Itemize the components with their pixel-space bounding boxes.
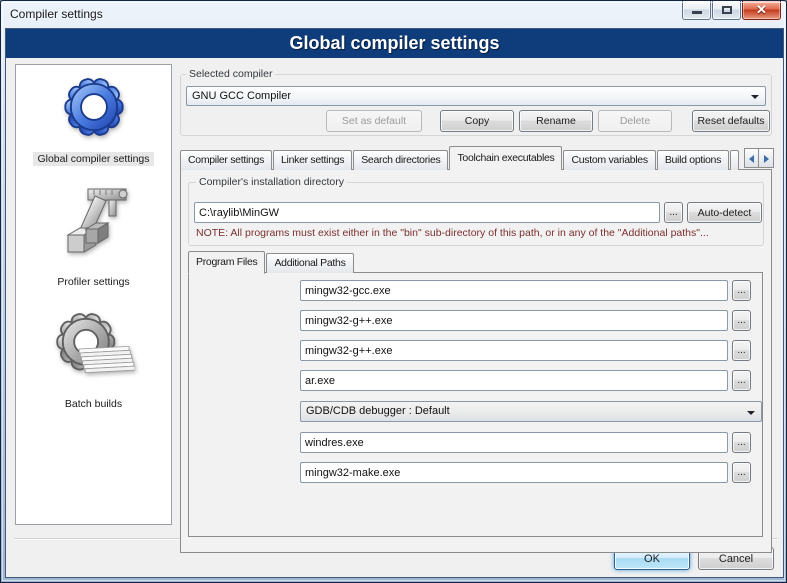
sidebar-item-global-compiler-settings[interactable]: Global compiler settings: [16, 70, 171, 167]
c-compiler-browse-button[interactable]: ...: [732, 280, 751, 301]
make-program-browse-button[interactable]: ...: [732, 462, 751, 483]
dynamic-linker-input[interactable]: [300, 340, 728, 361]
tab-build-options[interactable]: Build options: [657, 150, 729, 170]
sidebar-item-batch-builds[interactable]: Batch builds: [16, 305, 171, 412]
sidebar-label-batch-builds: Batch builds: [61, 397, 126, 411]
close-icon: ✕: [743, 2, 780, 18]
installation-directory-input[interactable]: [194, 202, 660, 223]
make-program-input[interactable]: [300, 462, 728, 483]
debugger-select[interactable]: GDB/CDB debugger : Default: [300, 401, 762, 422]
tab-compiler-settings[interactable]: Compiler settings: [180, 150, 272, 170]
minimize-icon: [692, 11, 702, 14]
installation-directory-browse-button[interactable]: ...: [664, 202, 683, 223]
dynamic-linker-browse-button[interactable]: ...: [732, 340, 751, 361]
resource-compiler-input[interactable]: [300, 432, 728, 453]
cpp-compiler-input[interactable]: [300, 310, 728, 331]
c-compiler-input[interactable]: [300, 280, 728, 301]
copy-button[interactable]: Copy: [440, 110, 514, 132]
titlebar[interactable]: Compiler settings ✕: [1, 1, 786, 28]
tab-scroll-buttons: [744, 148, 774, 168]
caliper-icon: [54, 183, 134, 267]
page-title: Global compiler settings: [6, 29, 783, 58]
tab-program-files[interactable]: Program Files: [188, 251, 265, 274]
rename-button[interactable]: Rename: [519, 110, 593, 132]
compiler-select[interactable]: GNU GCC Compiler: [186, 86, 766, 106]
cpp-compiler-browse-button[interactable]: ...: [732, 310, 751, 331]
sidebar-item-profiler-settings[interactable]: Profiler settings: [16, 183, 171, 290]
reset-defaults-button[interactable]: Reset defaults: [692, 110, 770, 132]
gear-icon: [57, 70, 131, 144]
auto-detect-button[interactable]: Auto-detect: [687, 202, 762, 223]
window-title: Compiler settings: [10, 7, 103, 21]
header-band: Global compiler settings: [6, 29, 783, 58]
tab-scroll-right-button[interactable]: [759, 148, 774, 168]
batch-builds-icon: [53, 305, 135, 389]
static-linker-input[interactable]: [300, 370, 728, 391]
maximize-button[interactable]: [712, 1, 741, 20]
tab-toolchain-executables[interactable]: Toolchain executables: [449, 146, 562, 170]
settings-tab-strip: Compiler settings Linker settings Search…: [180, 144, 772, 170]
dialog-body: Global compiler settings: [5, 28, 784, 578]
set-as-default-button: Set as default: [326, 110, 422, 132]
tab-overflow-partial: [730, 150, 739, 170]
settings-category-sidebar: Global compiler settings: [15, 64, 172, 525]
compiler-settings-window: Compiler settings ✕ Global compiler sett…: [0, 0, 787, 583]
installation-note: NOTE: All programs must exist either in …: [196, 227, 709, 239]
close-button[interactable]: ✕: [742, 1, 781, 20]
arrow-left-icon: [749, 155, 754, 163]
selected-compiler-group-label: Selected compiler: [186, 68, 275, 80]
static-linker-browse-button[interactable]: ...: [732, 370, 751, 391]
minimize-button[interactable]: [682, 1, 711, 20]
delete-button: Delete: [598, 110, 672, 132]
maximize-icon: [722, 6, 732, 14]
compiler-select-value: GNU GCC Compiler: [192, 87, 291, 105]
chevron-down-icon: [747, 411, 755, 415]
tab-custom-variables[interactable]: Custom variables: [563, 150, 655, 170]
installation-directory-group-label: Compiler's installation directory: [196, 176, 347, 188]
debugger-select-value: GDB/CDB debugger : Default: [306, 402, 450, 421]
sidebar-label-profiler-settings: Profiler settings: [53, 275, 133, 289]
tab-additional-paths[interactable]: Additional Paths: [266, 253, 353, 273]
arrow-right-icon: [764, 155, 769, 163]
tab-scroll-left-button[interactable]: [744, 148, 759, 168]
sidebar-label-global-compiler-settings: Global compiler settings: [33, 152, 153, 166]
tab-search-directories[interactable]: Search directories: [353, 150, 448, 170]
files-tab-strip: Program Files Additional Paths: [188, 250, 355, 273]
tab-linker-settings[interactable]: Linker settings: [273, 150, 352, 170]
chevron-down-icon: [751, 95, 759, 99]
resource-compiler-browse-button[interactable]: ...: [732, 432, 751, 453]
